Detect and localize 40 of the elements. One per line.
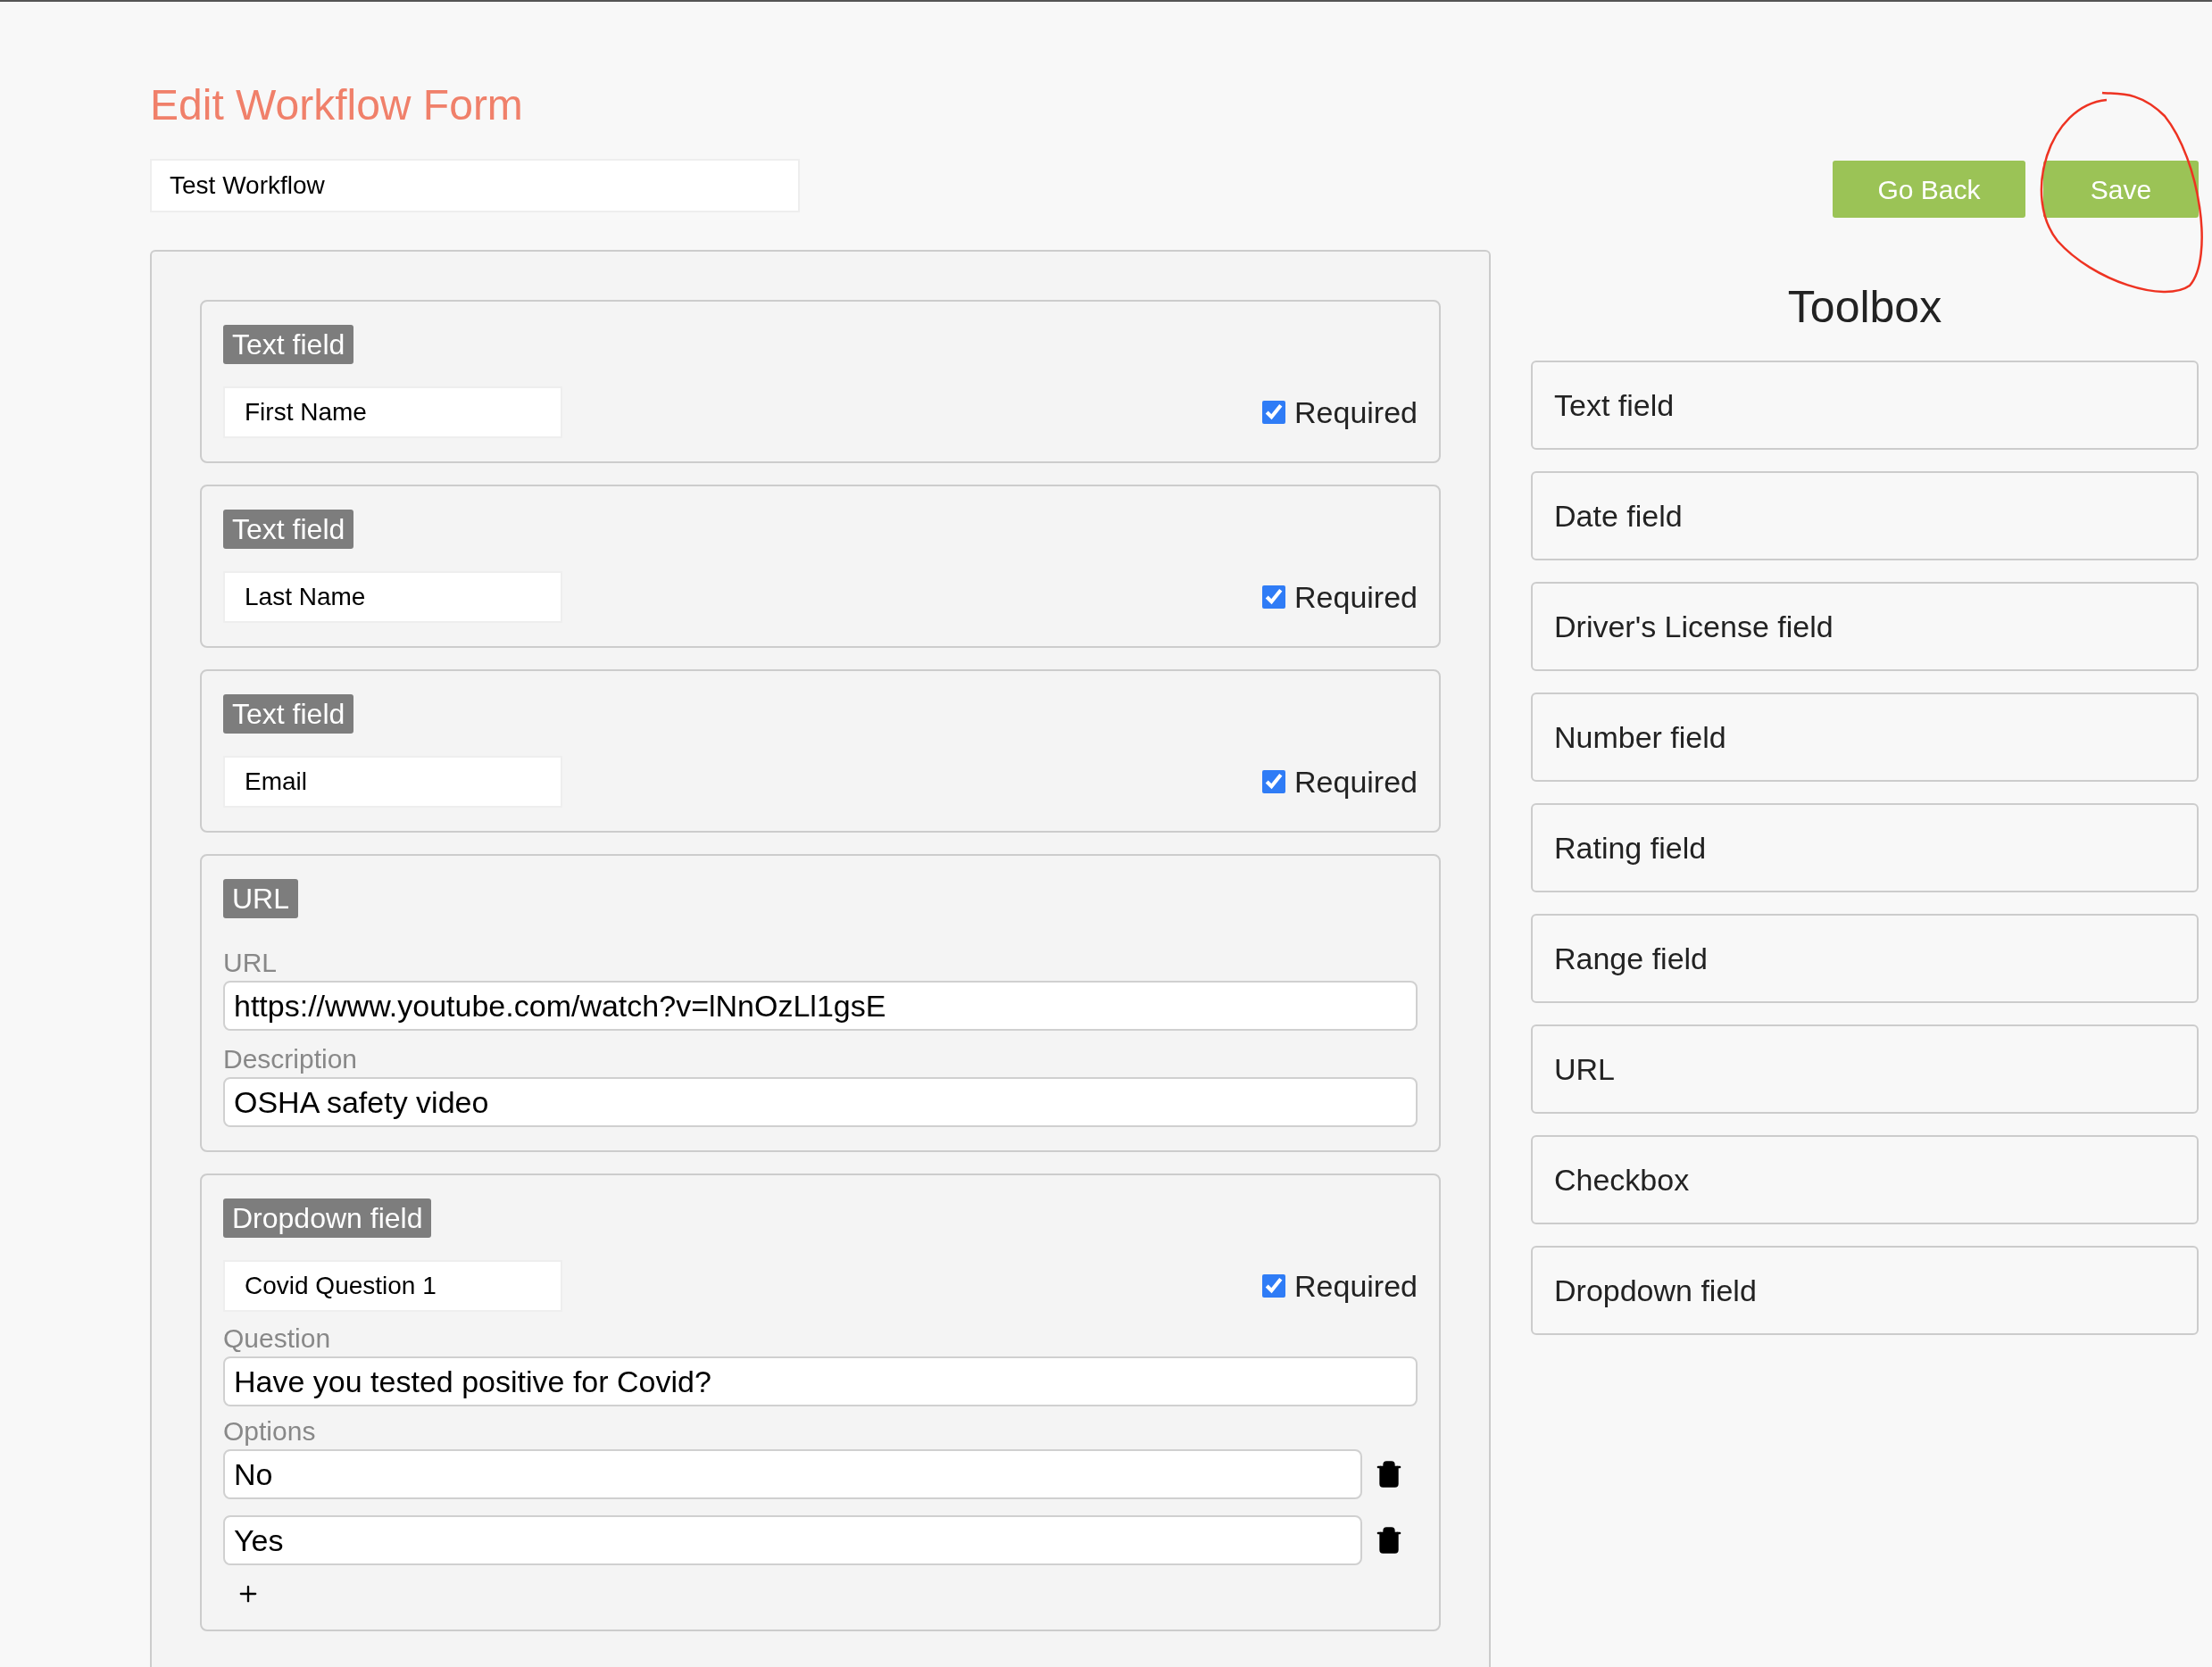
url-input[interactable]: https://www.youtube.com/watch?v=lNnOzLl1gsE xyxy=(223,981,1418,1031)
toolbox-item[interactable]: Date field xyxy=(1531,471,2199,560)
required-label: Required xyxy=(1294,763,1418,800)
field-label: Options xyxy=(223,1416,316,1446)
field-name-input[interactable]: Last Name xyxy=(223,571,562,623)
toolbox-item[interactable]: URL xyxy=(1531,1024,2199,1114)
required-checkbox[interactable] xyxy=(1262,585,1285,609)
field-type-badge: Dropdown field xyxy=(223,1198,432,1238)
toolbox-title: Toolbox xyxy=(1786,281,1943,334)
toolbox-item[interactable]: Checkbox xyxy=(1531,1135,2199,1224)
toolbox-item[interactable]: Text field xyxy=(1531,361,2199,450)
field-label: URL xyxy=(223,947,278,979)
field-name-input[interactable]: Email xyxy=(223,756,562,808)
toolbox-item[interactable]: Driver's License field xyxy=(1531,582,2199,671)
field-type-badge: Text field xyxy=(223,325,354,364)
required-label: Required xyxy=(1294,578,1418,616)
toolbox-item[interactable]: Rating field xyxy=(1531,803,2199,892)
field-label: Question xyxy=(223,1323,331,1353)
page-title: Edit Workflow Form xyxy=(150,80,524,130)
field-type-badge: URL xyxy=(223,879,298,918)
toolbox-item[interactable]: Dropdown field xyxy=(1531,1246,2199,1335)
required-label: Required xyxy=(1294,394,1418,431)
delete-icon[interactable] xyxy=(1375,1526,1403,1555)
required-checkbox[interactable] xyxy=(1262,770,1285,793)
option-input[interactable]: Yes xyxy=(223,1515,1362,1565)
workflow-name-input[interactable]: Test Workflow xyxy=(150,159,800,212)
option-input[interactable]: No xyxy=(223,1449,1362,1499)
required-checkbox[interactable] xyxy=(1262,1274,1285,1298)
field-type-badge: Text field xyxy=(223,510,354,549)
required-label: Required xyxy=(1294,1267,1418,1305)
delete-icon[interactable] xyxy=(1375,1460,1403,1489)
field-type-badge: Text field xyxy=(223,694,354,734)
toolbox-item[interactable]: Range field xyxy=(1531,914,2199,1003)
required-checkbox[interactable] xyxy=(1262,401,1285,424)
field-name-input[interactable]: Covid Question 1 xyxy=(223,1260,562,1312)
description-input[interactable]: OSHA safety video xyxy=(223,1077,1418,1127)
toolbox-item[interactable]: Number field xyxy=(1531,693,2199,782)
field-label: Description xyxy=(223,1044,358,1074)
question-input[interactable]: Have you tested positive for Covid? xyxy=(223,1356,1418,1406)
field-name-input[interactable]: First Name xyxy=(223,386,562,438)
